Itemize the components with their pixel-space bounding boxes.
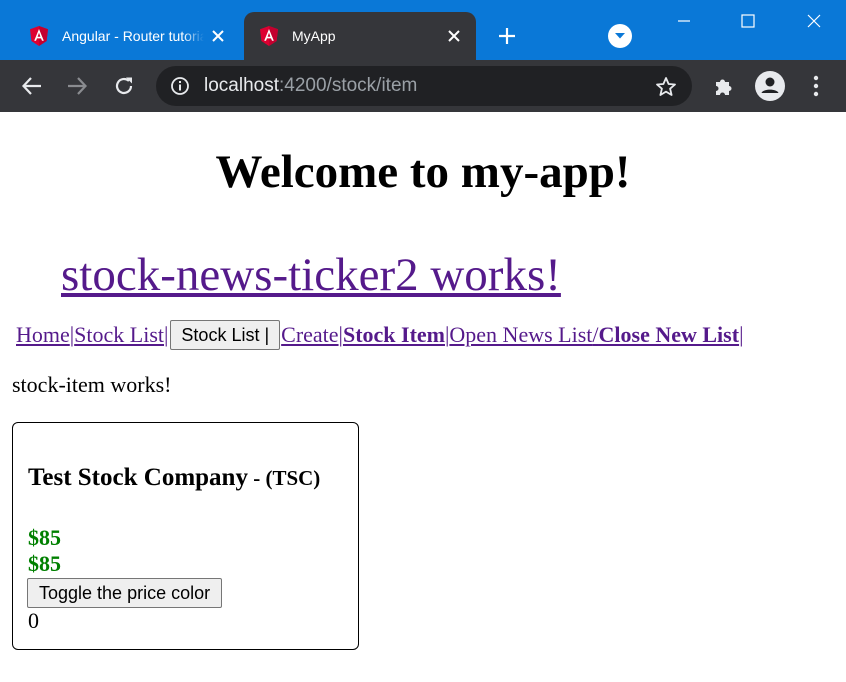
page-content: Welcome to my-app! stock-news-ticker2 wo… xyxy=(0,112,846,682)
extensions-puzzle-icon[interactable] xyxy=(709,71,739,101)
nav-bar: Home | Stock List | Stock List | Create |… xyxy=(16,320,743,350)
toggle-price-color-button[interactable]: Toggle the price color xyxy=(27,578,223,608)
browser-tab-router-tutorial[interactable]: Angular - Router tutorial xyxy=(14,12,240,60)
browser-toolbar: localhost:4200/stock/item xyxy=(0,60,846,112)
toggle-counter: 0 xyxy=(28,608,39,633)
close-icon[interactable] xyxy=(440,22,468,50)
stock-list-button[interactable]: Stock List | xyxy=(170,320,281,350)
url-text: localhost:4200/stock/item xyxy=(204,75,417,97)
info-icon[interactable] xyxy=(170,76,190,96)
angular-icon xyxy=(260,26,278,46)
browser-tab-myapp[interactable]: MyApp xyxy=(244,12,476,60)
nav-close-news-label: Close New List xyxy=(598,322,740,347)
back-arrow-icon[interactable] xyxy=(17,71,47,101)
company-code: - (TSC) xyxy=(247,466,321,490)
reload-icon[interactable] xyxy=(109,71,139,101)
nav-separator: | xyxy=(739,322,744,347)
stock-card: Test Stock Company - (TSC) $85 $85 Toggl… xyxy=(12,422,359,650)
tab-search-icon[interactable] xyxy=(608,24,632,48)
company-name: Test Stock Company xyxy=(28,464,248,491)
tab-title: MyApp xyxy=(292,28,336,44)
address-bar[interactable]: localhost:4200/stock/item xyxy=(156,66,692,106)
page-title: Welcome to my-app! xyxy=(215,146,631,198)
forward-arrow-icon[interactable] xyxy=(62,71,92,101)
nav-close-news-link[interactable]: Close New List xyxy=(599,321,740,349)
nav-open-news-link[interactable]: Open News List xyxy=(449,321,592,349)
stock-news-ticker-link[interactable]: stock-news-ticker2 works! xyxy=(61,248,561,302)
nav-stock-list-link[interactable]: Stock List xyxy=(74,321,164,349)
nav-home-link[interactable]: Home xyxy=(16,321,70,349)
url-path: :4200/stock/item xyxy=(279,75,418,96)
new-tab-icon[interactable] xyxy=(492,22,522,50)
nav-create-link[interactable]: Create xyxy=(281,321,338,349)
browser-tabstrip: Angular - Router tutorial MyApp xyxy=(0,0,846,60)
tab-title: Angular - Router tutorial xyxy=(62,28,204,44)
profile-avatar-icon[interactable] xyxy=(755,71,785,101)
menu-kebab-icon[interactable] xyxy=(801,71,831,101)
window-close-icon[interactable] xyxy=(794,6,834,36)
minimize-icon[interactable] xyxy=(664,6,704,36)
angular-icon xyxy=(30,26,48,46)
close-icon[interactable] xyxy=(204,22,232,50)
stock-price: $85 xyxy=(28,551,61,576)
nav-stock-item-link[interactable]: Stock Item xyxy=(343,321,445,349)
nav-separator: | xyxy=(164,322,169,347)
url-host: localhost xyxy=(204,75,279,96)
company-heading: Test Stock Company - (TSC) xyxy=(28,464,320,492)
stock-price: $85 xyxy=(28,525,61,550)
nav-stock-item-label: Stock Item xyxy=(342,322,445,347)
maximize-icon[interactable] xyxy=(728,6,768,36)
bookmark-star-icon[interactable] xyxy=(654,75,678,99)
stock-item-works-text: stock-item works! xyxy=(12,372,172,397)
